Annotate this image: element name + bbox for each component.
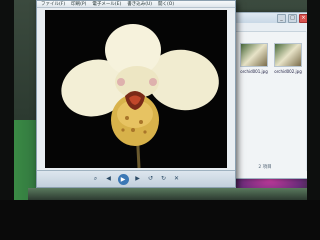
monitor-bezel-left — [0, 0, 14, 200]
explorer-status-text: 2 項目 — [258, 165, 272, 170]
play-icon[interactable]: ▶ — [117, 173, 129, 185]
menu-file[interactable]: ファイル(F) — [41, 1, 65, 7]
thumbnail-item[interactable]: orchid002.jpg — [274, 43, 302, 74]
rotate-right-icon[interactable]: ↻ — [160, 175, 168, 183]
minimize-icon[interactable]: _ — [277, 14, 286, 23]
menu-burn[interactable]: 書き込み(U) — [127, 1, 152, 7]
photo-viewer-window[interactable]: ファイル(F) 印刷(P) 電子メール(E) 書き込み(U) 開く(O) ⌕ ◀… — [36, 0, 236, 188]
rotate-left-icon[interactable]: ↺ — [147, 175, 155, 183]
menu-open[interactable]: 開く(O) — [158, 1, 174, 7]
search-icon[interactable]: ⌕ — [92, 175, 100, 183]
explorer-thumbnail-list: orchid001.jpg orchid002.jpg — [240, 43, 302, 74]
monitor-bezel-right — [307, 0, 320, 200]
thumbnail-image[interactable] — [274, 43, 302, 67]
thumbnail-caption[interactable]: orchid002.jpg — [274, 69, 301, 74]
viewer-menu-bar: ファイル(F) 印刷(P) 電子メール(E) 書き込み(U) 開く(O) — [37, 1, 235, 8]
menu-email[interactable]: 電子メール(E) — [92, 1, 121, 7]
viewer-toolbar: ⌕ ◀ ▶ ▶ ↺ ↻ ✕ — [37, 170, 235, 187]
orchid-image — [45, 10, 227, 168]
thumbnail-image[interactable] — [240, 43, 268, 67]
next-icon[interactable]: ▶ — [134, 175, 142, 183]
thumbnail-caption[interactable]: orchid001.jpg — [240, 69, 267, 74]
desktop-screen: _ □ × ◀ ▶ orchid001.jpg orchid002.jpg 2 … — [14, 0, 307, 200]
menu-print[interactable]: 印刷(P) — [71, 1, 86, 7]
close-icon[interactable]: × — [299, 14, 307, 23]
taskbar[interactable] — [28, 188, 307, 200]
monitor-bezel-bottom — [0, 200, 320, 240]
maximize-icon[interactable]: □ — [288, 14, 297, 23]
thumbnail-item[interactable]: orchid001.jpg — [240, 43, 268, 74]
prev-icon[interactable]: ◀ — [105, 175, 113, 183]
delete-icon[interactable]: ✕ — [173, 175, 181, 183]
explorer-window-buttons: _ □ × — [277, 14, 307, 23]
orchid-photo — [45, 10, 227, 168]
